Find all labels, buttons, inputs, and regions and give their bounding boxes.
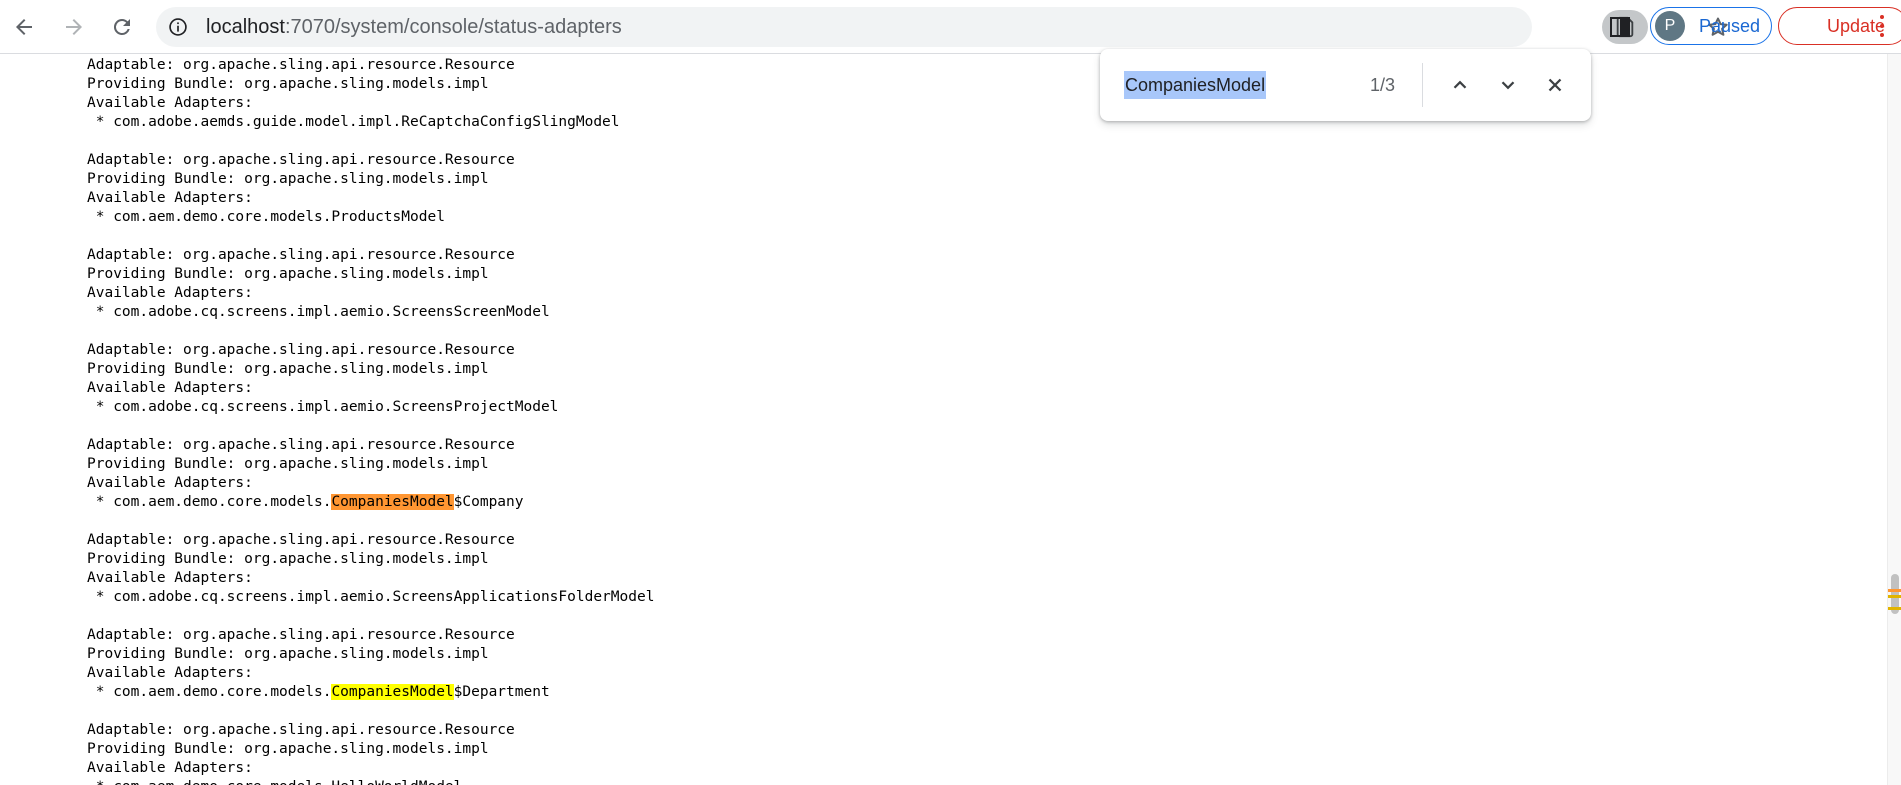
adapter-entry: Adaptable: org.apache.sling.api.resource…	[87, 151, 654, 227]
adapter-class-line: * com.adobe.aemds.guide.model.impl.ReCap…	[87, 113, 654, 132]
find-match-marker	[1888, 607, 1901, 610]
adaptable-line: Adaptable: org.apache.sling.api.resource…	[87, 437, 515, 453]
adapter-class-line: * com.adobe.cq.screens.impl.aemio.Screen…	[87, 303, 654, 322]
available-adapters-label: Available Adapters:	[87, 475, 253, 491]
adapter-entry: Adaptable: org.apache.sling.api.resource…	[87, 246, 654, 322]
find-match-marker	[1888, 595, 1901, 598]
close-icon	[1548, 78, 1562, 92]
adapter-entry: Adaptable: org.apache.sling.api.resource…	[87, 531, 654, 607]
available-adapters-label: Available Adapters:	[87, 190, 253, 206]
adapter-class-suffix: $Company	[453, 494, 524, 510]
vertical-scrollbar[interactable]	[1887, 54, 1901, 785]
adapter-class-line: * com.aem.demo.core.models.HelloWorldMod…	[87, 778, 654, 785]
adaptable-line: Adaptable: org.apache.sling.api.resource…	[87, 152, 515, 168]
find-close-button[interactable]	[1541, 71, 1569, 99]
chevron-up-icon	[1453, 80, 1467, 89]
find-next-button[interactable]	[1494, 71, 1522, 99]
adaptable-line: Adaptable: org.apache.sling.api.resource…	[87, 722, 515, 738]
forward-button[interactable]	[56, 9, 92, 45]
url-host: localhost	[206, 16, 285, 38]
avatar: P	[1655, 11, 1685, 41]
providing-bundle-line: Providing Bundle: org.apache.sling.model…	[87, 76, 489, 92]
available-adapters-label: Available Adapters:	[87, 285, 253, 301]
adapter-class-prefix: * com.adobe.cq.screens.impl.aemio.Screen…	[87, 589, 655, 605]
adapter-class-line: * com.aem.demo.core.models.CompaniesMode…	[87, 493, 654, 512]
available-adapters-label: Available Adapters:	[87, 760, 253, 776]
providing-bundle-line: Providing Bundle: org.apache.sling.model…	[87, 646, 489, 662]
arrow-right-icon	[66, 19, 82, 35]
chevron-down-icon	[1501, 81, 1515, 90]
adapter-entry: Adaptable: org.apache.sling.api.resource…	[87, 626, 654, 702]
update-label: Update	[1827, 15, 1886, 36]
adaptable-line: Adaptable: org.apache.sling.api.resource…	[87, 342, 515, 358]
side-panel-icon	[1610, 17, 1630, 37]
profile-button[interactable]: P Paused	[1650, 7, 1772, 45]
browser-toolbar: localhost:7070/system/console/status-ada…	[0, 0, 1901, 54]
find-match-active: CompaniesModel	[331, 494, 454, 510]
profile-status: Paused	[1699, 15, 1761, 36]
adapter-class-line: * com.aem.demo.core.models.ProductsModel	[87, 208, 654, 227]
find-divider	[1422, 63, 1423, 107]
adapter-class-prefix: * com.adobe.aemds.guide.model.impl.ReCap…	[87, 114, 620, 130]
find-previous-button[interactable]	[1446, 71, 1474, 99]
adapter-class-line: * com.aem.demo.core.models.CompaniesMode…	[87, 683, 654, 702]
find-match-count: 1/3	[1370, 75, 1396, 95]
reload-icon	[113, 18, 130, 35]
providing-bundle-line: Providing Bundle: org.apache.sling.model…	[87, 456, 489, 472]
adapter-entry: Adaptable: org.apache.sling.api.resource…	[87, 341, 654, 417]
adapter-class-prefix: * com.adobe.cq.screens.impl.aemio.Screen…	[87, 304, 550, 320]
kebab-menu-icon[interactable]	[1879, 15, 1885, 37]
url-path: :7070/system/console/status-adapters	[284, 16, 622, 38]
adaptable-line: Adaptable: org.apache.sling.api.resource…	[87, 627, 515, 643]
providing-bundle-line: Providing Bundle: org.apache.sling.model…	[87, 551, 489, 567]
adapter-class-prefix: * com.aem.demo.core.models.	[87, 494, 332, 510]
available-adapters-label: Available Adapters:	[87, 665, 253, 681]
find-input[interactable]: CompaniesModel	[1124, 71, 1267, 99]
providing-bundle-line: Providing Bundle: org.apache.sling.model…	[87, 361, 489, 377]
adapter-list: Adaptable: org.apache.sling.api.resource…	[87, 56, 654, 785]
find-match: CompaniesModel	[331, 684, 454, 700]
update-button[interactable]: Update	[1778, 7, 1901, 45]
url-text[interactable]: localhost:7070/system/console/status-ada…	[206, 7, 622, 47]
adaptable-line: Adaptable: org.apache.sling.api.resource…	[87, 57, 515, 73]
available-adapters-label: Available Adapters:	[87, 570, 253, 586]
providing-bundle-line: Providing Bundle: org.apache.sling.model…	[87, 171, 489, 187]
side-panel-button[interactable]	[1606, 13, 1634, 41]
adapter-entry: Adaptable: org.apache.sling.api.resource…	[87, 721, 654, 785]
adapter-class-line: * com.adobe.cq.screens.impl.aemio.Screen…	[87, 398, 654, 417]
adapter-entry: Adaptable: org.apache.sling.api.resource…	[87, 56, 654, 132]
providing-bundle-line: Providing Bundle: org.apache.sling.model…	[87, 266, 489, 282]
back-button[interactable]	[6, 9, 42, 45]
adaptable-line: Adaptable: org.apache.sling.api.resource…	[87, 247, 515, 263]
available-adapters-label: Available Adapters:	[87, 380, 253, 396]
adapter-class-line: * com.adobe.cq.screens.impl.aemio.Screen…	[87, 588, 655, 607]
available-adapters-label: Available Adapters:	[87, 95, 253, 111]
address-bar[interactable]: localhost:7070/system/console/status-ada…	[156, 7, 1728, 47]
adaptable-line: Adaptable: org.apache.sling.api.resource…	[87, 532, 515, 548]
adapter-class-prefix: * com.aem.demo.core.models.ProductsModel	[87, 209, 445, 225]
info-icon[interactable]	[168, 17, 188, 37]
arrow-left-icon	[16, 19, 32, 35]
reload-button[interactable]	[104, 9, 140, 45]
find-bar: CompaniesModel 1/3	[1100, 49, 1591, 121]
adapter-entry: Adaptable: org.apache.sling.api.resource…	[87, 436, 654, 512]
adapter-class-suffix: $Department	[453, 684, 550, 700]
adapter-class-prefix: * com.aem.demo.core.models.HelloWorldMod…	[87, 779, 463, 785]
page-content: Adaptable: org.apache.sling.api.resource…	[0, 54, 1880, 785]
find-match-marker	[1888, 589, 1901, 592]
providing-bundle-line: Providing Bundle: org.apache.sling.model…	[87, 741, 489, 757]
adapter-class-prefix: * com.aem.demo.core.models.	[87, 684, 332, 700]
adapter-class-prefix: * com.adobe.cq.screens.impl.aemio.Screen…	[87, 399, 559, 415]
